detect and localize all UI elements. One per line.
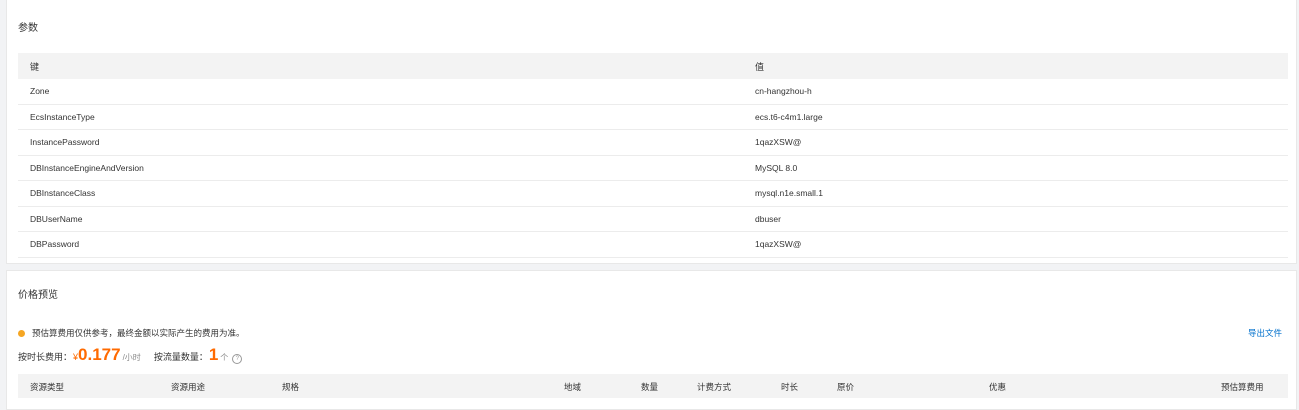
column-header-estimated-cost: 预估算费用: [1221, 382, 1264, 392]
param-value: cn-hangzhou-h: [755, 86, 812, 97]
table-row: DBInstanceClass mysql.n1e.small.1: [18, 181, 1288, 207]
table-row: DBPassword 1qazXSW@: [18, 232, 1288, 258]
column-header-spec: 规格: [282, 382, 300, 392]
params-table: 键 值 Zone cn-hangzhou-h EcsInstanceType e…: [18, 53, 1288, 258]
column-header-quantity: 数量: [641, 382, 659, 392]
price-summary: 按时长费用： ¥ 0.177 /小时 按流量数量： 1 个 ?: [18, 345, 243, 365]
column-header-region: 地域: [564, 382, 582, 392]
params-table-header: 键 值: [18, 53, 1288, 79]
flow-count-value: 1: [208, 345, 219, 364]
param-value: dbuser: [755, 213, 781, 224]
hourly-cost-value: 0.177: [78, 345, 121, 364]
price-notice: 预估算费用仅供参考，最终金额以实际产生的费用为准。: [18, 327, 245, 339]
price-notice-text: 预估算费用仅供参考，最终金额以实际产生的费用为准。: [32, 328, 245, 338]
table-row: DBInstanceEngineAndVersion MySQL 8.0: [18, 156, 1288, 181]
table-row: Zone cn-hangzhou-h: [18, 79, 1288, 105]
param-key: Zone: [30, 86, 50, 97]
param-key: DBPassword: [30, 239, 80, 250]
help-icon[interactable]: ?: [232, 354, 243, 364]
params-panel: 参数 键 值 Zone cn-hangzhou-h EcsInstanceTyp…: [6, 0, 1297, 264]
param-value: MySQL 8.0: [755, 162, 798, 173]
flow-count-label: 按流量数量：: [153, 352, 208, 362]
column-header-discount: 优惠: [989, 382, 1007, 392]
param-key: DBInstanceEngineAndVersion: [30, 162, 144, 173]
resource-table-header: 资源类型 资源用途 规格 地域 数量 计费方式 时长 原价 优惠 预估算费用: [18, 374, 1288, 398]
param-key: EcsInstanceType: [30, 111, 95, 122]
params-title: 参数: [18, 23, 38, 34]
column-header-resource-usage: 资源用途: [171, 382, 206, 392]
info-dot-icon: [18, 329, 25, 337]
export-file-link[interactable]: 导出文件: [1248, 327, 1282, 339]
column-header-resource-type: 资源类型: [30, 382, 65, 392]
table-row: InstancePassword 1qazXSW@: [18, 130, 1288, 156]
table-row: DBUserName dbuser: [18, 207, 1288, 232]
column-header-billing-method: 计费方式: [697, 382, 732, 392]
flow-count-unit: 个: [220, 353, 229, 362]
column-header-original-price: 原价: [837, 382, 855, 392]
param-key: InstancePassword: [30, 137, 100, 148]
param-key: DBInstanceClass: [30, 188, 96, 199]
key-column-header: 键: [30, 61, 40, 72]
table-row: EcsInstanceType ecs.t6-c4m1.large: [18, 105, 1288, 130]
param-key: DBUserName: [30, 213, 83, 224]
param-value: 1qazXSW@: [755, 137, 802, 148]
hourly-cost-unit: /小时: [122, 353, 141, 362]
param-value: 1qazXSW@: [755, 239, 802, 250]
value-column-header: 值: [755, 61, 765, 72]
price-preview-panel: 价格预览 预估算费用仅供参考，最终金额以实际产生的费用为准。 导出文件 按时长费…: [6, 270, 1297, 410]
param-value: ecs.t6-c4m1.large: [755, 111, 823, 122]
column-header-duration: 时长: [781, 382, 799, 392]
param-value: mysql.n1e.small.1: [755, 188, 824, 199]
hourly-cost-label: 按时长费用：: [18, 352, 73, 362]
price-preview-title: 价格预览: [18, 290, 58, 301]
